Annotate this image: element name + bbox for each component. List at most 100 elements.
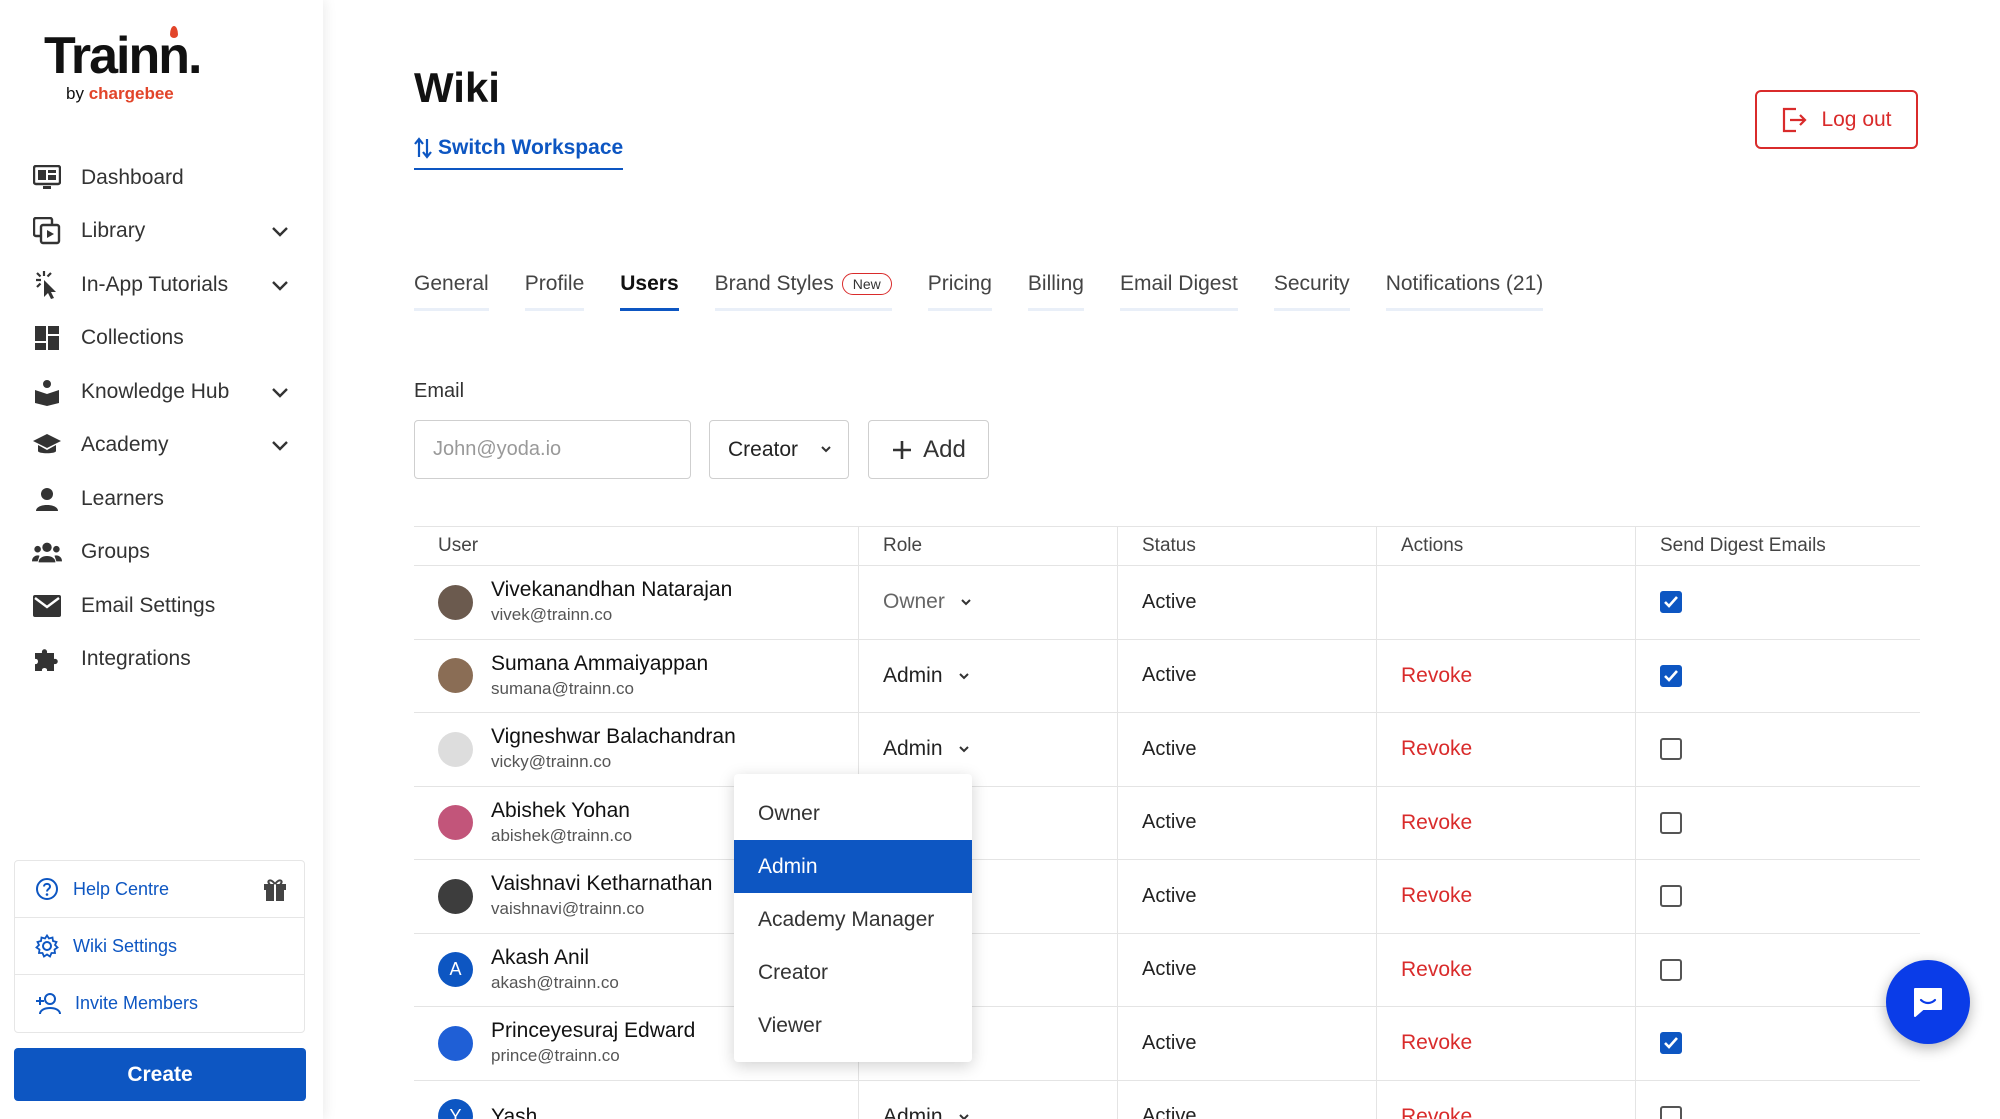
sidebar-item-integrations[interactable]: Integrations <box>32 633 292 687</box>
send-digest-checkbox[interactable] <box>1660 591 1682 614</box>
sidebar-item-label: Groups <box>81 540 150 564</box>
chevron-down-icon <box>958 673 969 680</box>
sidebar-item-learners[interactable]: Learners <box>32 472 292 526</box>
table-row: Y Yash Admin Active Revoke <box>414 1080 1920 1119</box>
user-email: akash@trainn.co <box>491 972 619 992</box>
switch-workspace-link[interactable]: Switch Workspace <box>414 136 624 170</box>
status-text: Active <box>1142 1105 1197 1119</box>
tab-notifications[interactable]: Notifications (21) <box>1385 272 1544 311</box>
role-option-viewer[interactable]: Viewer <box>734 999 972 1052</box>
tab-users[interactable]: Users <box>620 272 679 311</box>
revoke-link[interactable]: Revoke <box>1401 958 1472 982</box>
status-cell: Active <box>1118 860 1377 933</box>
sidebar-item-email-settings[interactable]: Email Settings <box>32 579 292 633</box>
invite-role-select[interactable]: Creator <box>709 420 849 479</box>
library-icon <box>32 216 62 246</box>
sidebar-item-library[interactable]: Library <box>32 205 292 259</box>
send-digest-checkbox[interactable] <box>1660 958 1682 981</box>
send-digest-checkbox[interactable] <box>1660 811 1682 834</box>
logout-icon <box>1783 107 1808 132</box>
revoke-link[interactable]: Revoke <box>1401 1031 1472 1055</box>
check-icon <box>1664 596 1678 609</box>
logo-by: by <box>66 84 84 103</box>
user-cell: Y Yash <box>414 1080 859 1119</box>
actions-cell: Revoke <box>1377 860 1636 933</box>
graduation-cap-icon <box>32 430 62 460</box>
send-digest-checkbox[interactable] <box>1660 1105 1682 1119</box>
role-option-owner[interactable]: Owner <box>734 787 972 840</box>
chevron-down-icon[interactable] <box>268 380 292 404</box>
logo-flame-icon <box>170 26 178 38</box>
tab-label: Security <box>1273 272 1350 295</box>
digest-cell <box>1636 1081 1920 1119</box>
role-select[interactable]: Admin <box>883 1105 971 1119</box>
role-value: Owner <box>883 590 945 614</box>
revoke-link[interactable]: Revoke <box>1401 884 1472 908</box>
revoke-link[interactable]: Revoke <box>1401 811 1472 835</box>
sidebar-item-label: Collections <box>81 326 184 350</box>
gift-icon[interactable] <box>262 876 288 902</box>
digest-cell <box>1636 713 1920 786</box>
digest-cell <box>1636 640 1920 713</box>
sidebar-item-groups[interactable]: Groups <box>32 526 292 580</box>
trainn-logo[interactable]: Trainn. by chargebee <box>44 26 202 104</box>
avatar <box>438 805 473 841</box>
sidebar-item-label: Dashboard <box>81 165 184 189</box>
tab-email-digest[interactable]: Email Digest <box>1119 272 1238 311</box>
role-select[interactable]: Owner <box>883 590 973 614</box>
user-name: Yash <box>491 1104 538 1119</box>
actions-cell: Revoke <box>1377 713 1636 786</box>
check-icon <box>1664 1037 1678 1050</box>
sidebar-item-knowledge-hub[interactable]: Knowledge Hub <box>32 365 292 419</box>
logo-byline: by chargebee <box>66 84 200 104</box>
add-user-button[interactable]: Add <box>868 420 989 479</box>
wiki-settings-link[interactable]: Wiki Settings <box>15 918 304 975</box>
create-button[interactable]: Create <box>14 1048 306 1101</box>
revoke-link[interactable]: Revoke <box>1401 664 1472 688</box>
send-digest-checkbox[interactable] <box>1660 664 1682 687</box>
help-centre-link[interactable]: Help Centre <box>15 861 304 918</box>
chat-button[interactable] <box>1886 960 1970 1044</box>
user-info: Vivekanandhan Natarajan vivek@trainn.co <box>491 577 732 627</box>
chevron-down-icon[interactable] <box>268 219 292 243</box>
send-digest-checkbox[interactable] <box>1660 1032 1682 1055</box>
chevron-down-icon[interactable] <box>268 433 292 457</box>
role-option-creator[interactable]: Creator <box>734 946 972 999</box>
chevron-down-icon <box>961 599 971 606</box>
status-cell: Active <box>1118 933 1377 1006</box>
user-info: Vigneshwar Balachandran vicky@trainn.co <box>491 724 736 774</box>
digest-cell <box>1636 787 1920 860</box>
tab-general[interactable]: General <box>414 272 489 311</box>
role-option-academy-manager[interactable]: Academy Manager <box>734 893 972 946</box>
role-option-admin[interactable]: Admin <box>734 840 972 893</box>
tab-pricing[interactable]: Pricing <box>927 272 992 311</box>
revoke-link[interactable]: Revoke <box>1401 1105 1472 1119</box>
send-digest-checkbox[interactable] <box>1660 738 1682 761</box>
revoke-link[interactable]: Revoke <box>1401 737 1472 761</box>
email-field[interactable] <box>414 420 691 479</box>
sidebar-item-label: In-App Tutorials <box>81 272 229 296</box>
sidebar-item-label: Academy <box>81 433 169 457</box>
role-select[interactable]: Admin <box>883 737 971 761</box>
tab-billing[interactable]: Billing <box>1027 272 1084 311</box>
sidebar-item-dashboard[interactable]: Dashboard <box>32 151 292 205</box>
tab-security[interactable]: Security <box>1273 272 1350 311</box>
sidebar-item-academy[interactable]: Academy <box>32 419 292 473</box>
invite-members-link[interactable]: Invite Members <box>15 975 304 1032</box>
chevron-down-icon[interactable] <box>268 273 292 297</box>
page-title: Wiki <box>414 64 500 111</box>
tab-brand-styles[interactable]: Brand Styles New <box>714 272 892 311</box>
new-badge: New <box>841 273 892 295</box>
sidebar-item-collections[interactable]: Collections <box>32 312 292 366</box>
column-header-user: User <box>414 527 859 565</box>
logout-button[interactable]: Log out <box>1755 90 1918 149</box>
actions-cell: Revoke <box>1377 786 1636 859</box>
users-table: User Role Status Actions Send Digest Ema… <box>414 526 1920 1119</box>
send-digest-checkbox[interactable] <box>1660 885 1682 908</box>
invite-members-label: Invite Members <box>75 993 199 1013</box>
status-text: Active <box>1142 811 1197 834</box>
column-header-status: Status <box>1118 527 1377 565</box>
tab-profile[interactable]: Profile <box>524 272 585 311</box>
role-select[interactable]: Admin <box>883 664 971 688</box>
sidebar-item-in-app-tutorials[interactable]: In-App Tutorials <box>32 258 292 312</box>
